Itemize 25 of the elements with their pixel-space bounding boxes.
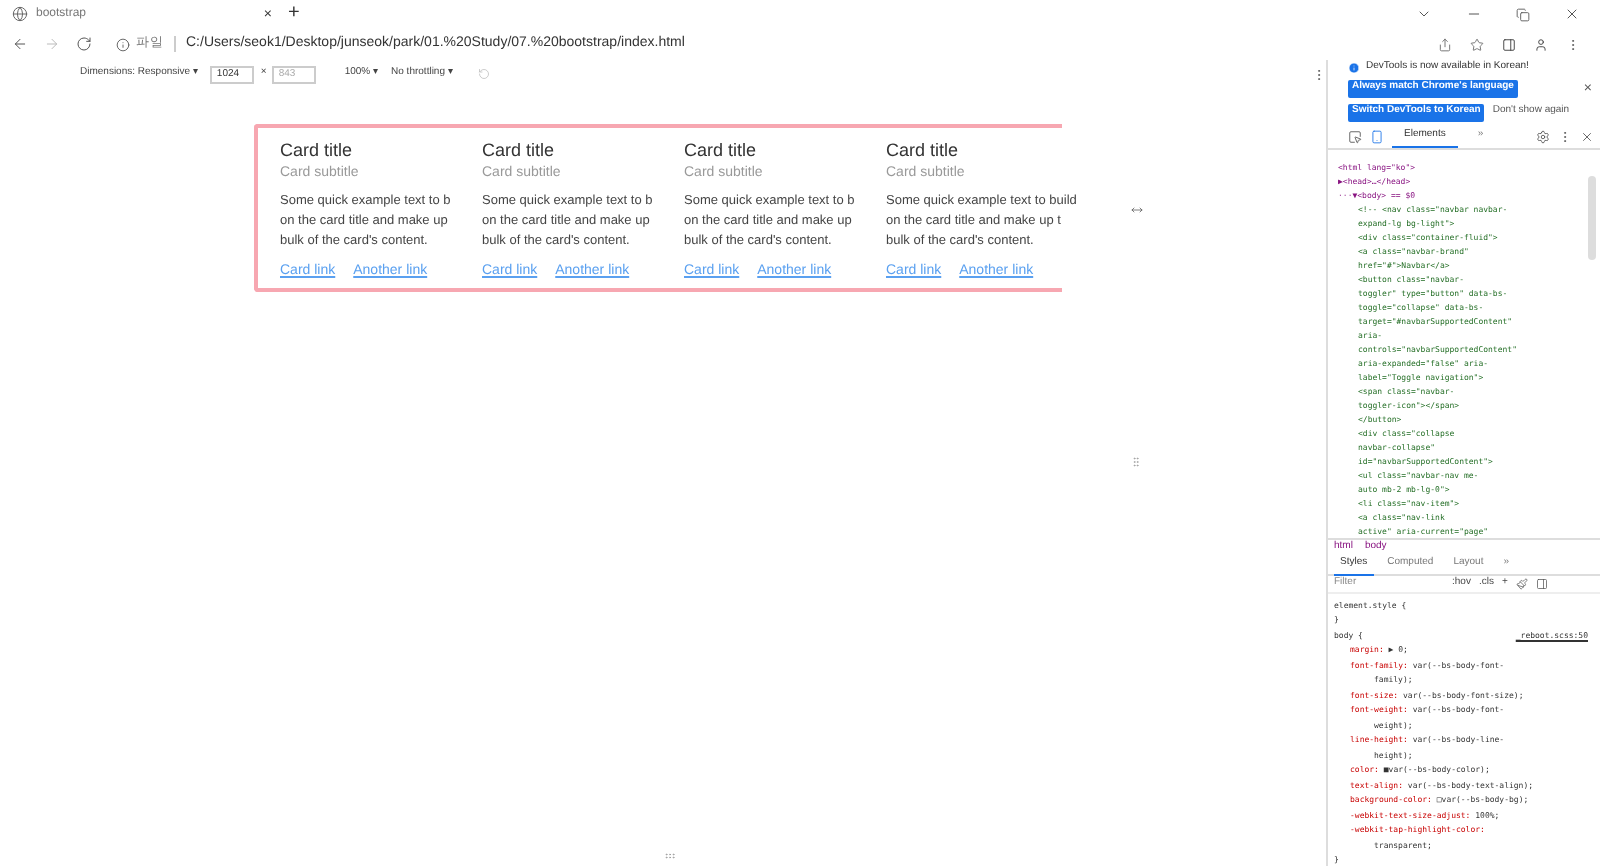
chevron-down-icon[interactable] xyxy=(1416,6,1432,22)
card-title: Card title xyxy=(280,138,355,162)
scrollbar[interactable] xyxy=(1588,175,1596,259)
card-title: Card title xyxy=(482,138,557,162)
close-icon[interactable] xyxy=(1580,129,1594,143)
inspect-icon[interactable] xyxy=(1348,129,1362,143)
close-icon[interactable] xyxy=(1564,6,1580,22)
resize-width-icon[interactable] xyxy=(1127,204,1145,216)
back-icon[interactable] xyxy=(12,36,28,52)
card-title: Card title xyxy=(886,138,961,162)
star-icon[interactable] xyxy=(1470,37,1484,51)
paintbrush-icon[interactable] xyxy=(1515,577,1528,590)
card-title: Card title xyxy=(684,138,759,162)
restore-icon[interactable] xyxy=(1516,7,1530,21)
info-icon xyxy=(1348,61,1360,74)
device-icon[interactable] xyxy=(1370,129,1384,143)
sidebar-toggle-icon[interactable] xyxy=(1535,577,1548,590)
globe-icon xyxy=(12,6,28,22)
reload-icon[interactable] xyxy=(76,36,92,52)
settings-icon[interactable] xyxy=(1536,129,1550,143)
share-icon[interactable] xyxy=(1438,37,1452,51)
profile-icon[interactable] xyxy=(1534,37,1548,51)
info-icon xyxy=(116,37,130,51)
side-panel-icon[interactable] xyxy=(1502,37,1516,51)
new-tab-button[interactable]: + xyxy=(288,4,300,24)
